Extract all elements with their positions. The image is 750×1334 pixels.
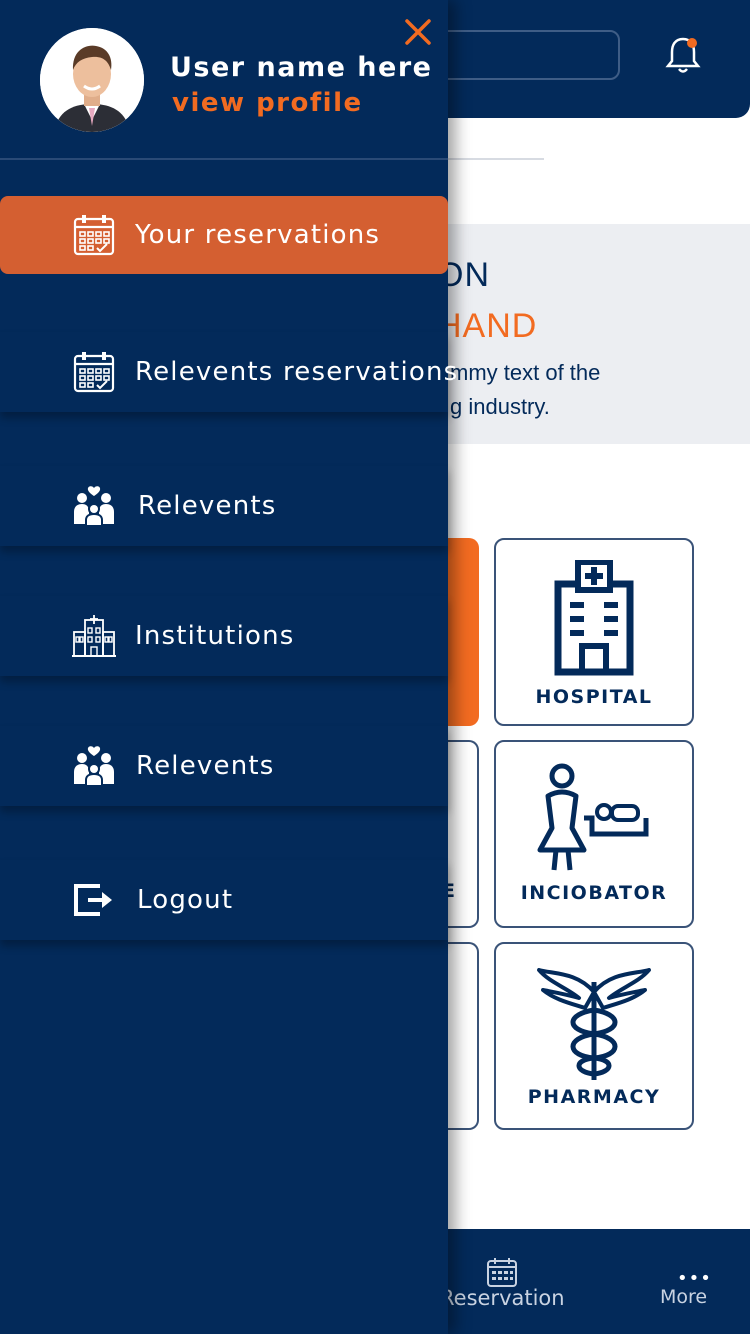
menu-item-relevents-2[interactable]: Relevents xyxy=(0,726,448,806)
pharmacy-icon xyxy=(537,968,651,1080)
calendar-icon[interactable] xyxy=(486,1256,518,1288)
logout-icon xyxy=(72,878,116,922)
menu-item-label: Institutions xyxy=(135,621,295,651)
incubator-label: INCIOBATOR xyxy=(520,882,668,904)
menu-item-institutions[interactable]: Institutions xyxy=(0,596,448,676)
banner-description-line1: mmy text of the xyxy=(450,360,601,385)
banner-description-line2: g industry. xyxy=(450,394,550,419)
menu-item-relevents[interactable]: Relevents xyxy=(0,466,448,546)
bell-icon[interactable] xyxy=(664,34,702,76)
hospital-icon xyxy=(554,560,634,676)
menu-item-label: Relevents xyxy=(138,491,277,521)
calendar-icon xyxy=(72,213,116,257)
user-name: User name here xyxy=(170,52,433,83)
menu-item-your-reservations[interactable]: Your reservations xyxy=(0,196,448,274)
close-icon[interactable] xyxy=(402,16,434,48)
calendar-icon xyxy=(72,350,116,394)
search-input[interactable] xyxy=(420,30,620,80)
hospital-label: HOSPITAL xyxy=(535,686,653,708)
menu-item-relevents-reservations[interactable]: Relevents reservations xyxy=(0,332,457,412)
menu-item-label: Relevents xyxy=(136,751,275,781)
bottom-nav-more-label[interactable]: More xyxy=(660,1286,707,1308)
family-icon xyxy=(72,744,116,788)
side-drawer: User name here view profile Your reserva… xyxy=(0,0,457,1334)
content-divider xyxy=(440,158,544,160)
menu-item-label: Your reservations xyxy=(135,220,381,250)
institution-icon xyxy=(72,614,116,658)
family-icon xyxy=(72,484,116,528)
pharmacy-tile[interactable]: PHARMACY xyxy=(494,942,694,1130)
drawer-divider xyxy=(0,158,448,160)
incubator-icon xyxy=(537,763,649,871)
bottom-nav-reservation-label[interactable]: Reservation xyxy=(440,1286,565,1310)
menu-item-label: Logout xyxy=(137,885,234,915)
incubator-tile[interactable]: INCIOBATOR xyxy=(494,740,694,928)
avatar[interactable] xyxy=(40,28,144,132)
banner-subtitle: HAND xyxy=(437,307,538,345)
user-avatar-image xyxy=(40,28,144,132)
pharmacy-label: PHARMACY xyxy=(527,1086,661,1108)
menu-item-logout[interactable]: Logout xyxy=(0,860,448,940)
menu-item-label: Relevents reservations xyxy=(135,357,459,387)
hospital-tile[interactable]: HOSPITAL xyxy=(494,538,694,726)
view-profile-link[interactable]: view profile xyxy=(172,88,363,118)
